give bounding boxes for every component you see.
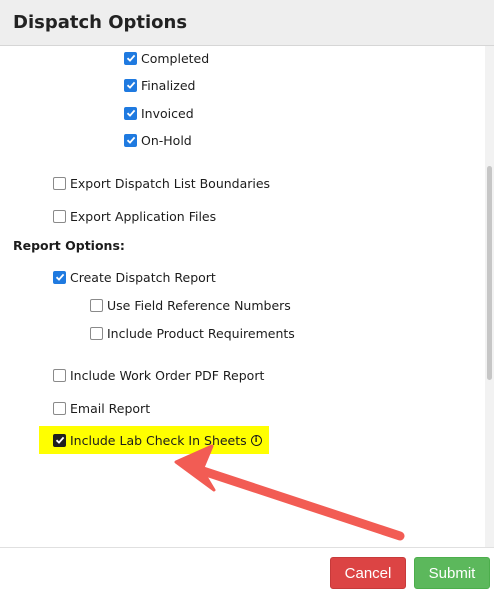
submit-button[interactable]: Submit (414, 557, 490, 589)
cancel-button[interactable]: Cancel (330, 557, 406, 589)
dialog-footer: Cancel Submit (0, 547, 494, 595)
annotation-arrow-icon (174, 444, 405, 541)
